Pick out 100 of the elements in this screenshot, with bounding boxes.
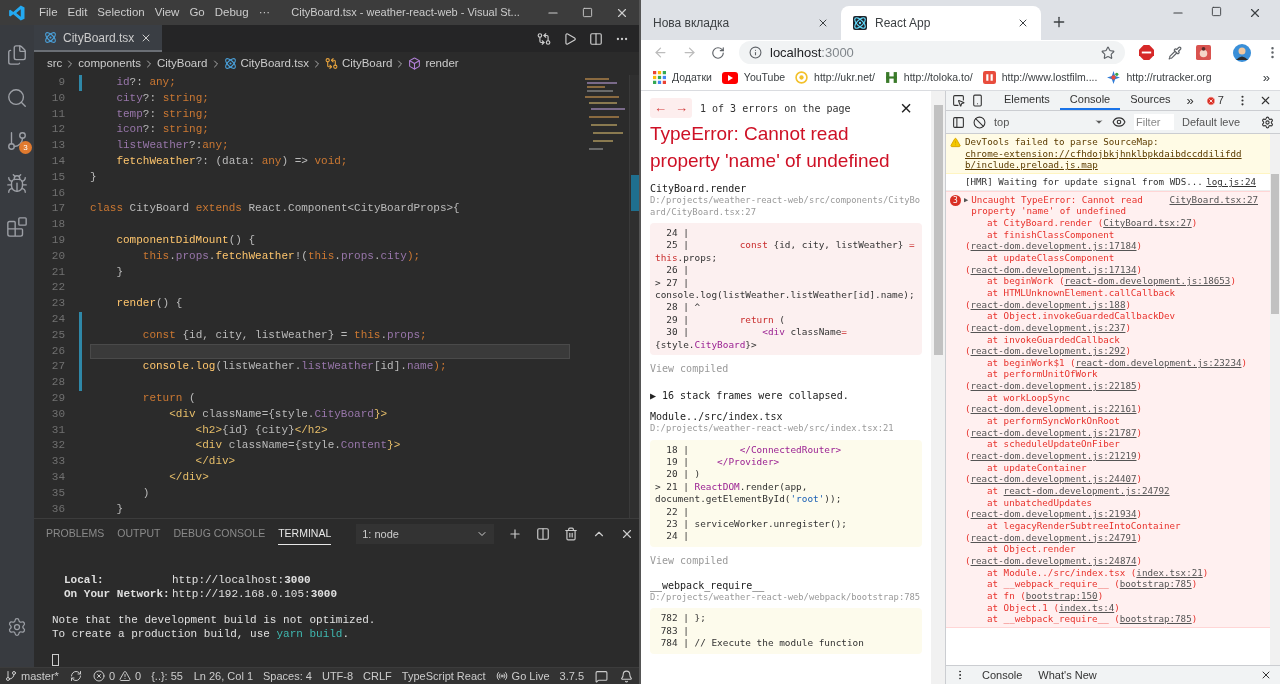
address-bar[interactable]: localhost:3000 bbox=[739, 41, 1125, 64]
collapsed-frames-toggle[interactable]: ▶ 16 stack frames were collapsed. bbox=[650, 389, 922, 403]
source-link[interactable]: react-dom.development.js:237 bbox=[970, 321, 1126, 333]
code-line: } bbox=[115, 264, 124, 280]
stack-frame: at Object.1 (index.ts:4) bbox=[965, 601, 1249, 614]
line-number: 23 bbox=[50, 296, 65, 312]
menu-item[interactable]: ··· bbox=[253, 3, 276, 22]
line-number: 19 bbox=[50, 232, 65, 248]
source-link[interactable]: react-dom.development.js:21787 bbox=[970, 426, 1137, 438]
editor-tab[interactable]: CityBoard.tsx bbox=[34, 25, 163, 52]
bookmark[interactable]: http://www.lostfilm.... bbox=[982, 69, 1098, 86]
source-link[interactable]: log.js:24 bbox=[1206, 175, 1256, 188]
source-link[interactable]: react-dom.development.js:24407 bbox=[970, 473, 1137, 485]
status-item[interactable]: 3.7.5 bbox=[554, 667, 589, 684]
menu-item[interactable]: Edit bbox=[62, 3, 93, 22]
panel-tab[interactable]: OUTPUT bbox=[117, 522, 161, 546]
breadcrumb[interactable]: CityBoard bbox=[341, 54, 393, 73]
source-link[interactable]: index.tsx:21 bbox=[1136, 566, 1203, 578]
source-link[interactable]: react-dom.development.js:17184 bbox=[970, 240, 1137, 252]
status-item[interactable]: Spaces: 4 bbox=[258, 667, 317, 684]
more-tabs-button[interactable]: » bbox=[1180, 90, 1200, 111]
panel-tab[interactable]: TERMINAL bbox=[278, 522, 332, 546]
bookmark[interactable]: http://ukr.net/ bbox=[795, 69, 875, 86]
status-item[interactable]: UTF-8 bbox=[316, 667, 359, 684]
browser-tab[interactable]: React App bbox=[841, 6, 1041, 40]
code-line: 24 | bbox=[665, 530, 690, 543]
drawer-tab[interactable]: Console bbox=[982, 666, 1023, 684]
stack-frame: at finishClassComponent (react-dom.development.js:17184) bbox=[965, 228, 1249, 252]
stack-frame: at Object.render (react-dom.development.js:24874) bbox=[965, 543, 1249, 567]
source-link[interactable]: react-dom.development.js:17134 bbox=[970, 263, 1137, 275]
menu-item[interactable]: File bbox=[34, 3, 63, 22]
close-overlay-button[interactable]: × bbox=[900, 98, 922, 118]
terminal-url: http://localhost:3000 bbox=[172, 574, 311, 588]
code-line: 22 | bbox=[665, 505, 690, 518]
source-link[interactable]: bootstrap:785 bbox=[1119, 578, 1192, 590]
line-number: 31 bbox=[50, 422, 65, 438]
code-line: > 21 | ReactDOM.render(app, document.getElementById('root')); bbox=[655, 480, 843, 506]
devtools-tab[interactable]: Sources bbox=[1120, 91, 1181, 110]
source-link[interactable]: react-dom.development.js:21934 bbox=[970, 508, 1137, 520]
terminal-dropdown[interactable]: 1: node bbox=[356, 524, 495, 544]
status-item[interactable]: TypeScript React bbox=[396, 667, 491, 684]
stack-frame: at workLoopSync (react-dom.development.js:22161) bbox=[965, 391, 1249, 416]
source-link[interactable]: react-dom.development.js:22185 bbox=[970, 380, 1137, 392]
stack-frame: at CityBoard.render (CityBoard.tsx:27) bbox=[965, 216, 1249, 229]
context-select[interactable]: top bbox=[994, 113, 1104, 131]
bookmark[interactable]: http://toloka.to/ bbox=[884, 69, 973, 86]
breadcrumb[interactable]: CityBoard.tsx bbox=[240, 54, 309, 73]
source-link[interactable]: index.ts:4 bbox=[1058, 601, 1115, 613]
source-link[interactable]: react-dom.development.js:18653 bbox=[1064, 275, 1231, 287]
source-link[interactable]: react-dom.development.js:24874 bbox=[970, 554, 1137, 566]
bookmark[interactable]: http://rutracker.org bbox=[1107, 69, 1212, 86]
previous-error-button[interactable]: ← bbox=[650, 98, 671, 118]
branch-status[interactable]: master* bbox=[0, 667, 64, 684]
line-number: 32 bbox=[50, 438, 65, 454]
source-link[interactable]: react-dom.development.js:22161 bbox=[970, 403, 1137, 415]
log-levels-dropdown[interactable]: Default leve bbox=[1182, 113, 1241, 131]
menu-item[interactable]: Selection bbox=[92, 3, 150, 22]
menu-item[interactable]: Debug bbox=[209, 3, 254, 22]
error-count[interactable]: 7 bbox=[1199, 92, 1230, 109]
panel-tab[interactable]: DEBUG CONSOLE bbox=[173, 522, 266, 546]
source-link[interactable]: CityBoard.tsx:27 bbox=[1169, 193, 1266, 206]
source-link[interactable]: react-dom.development.js:21219 bbox=[970, 450, 1137, 462]
breadcrumb[interactable]: src bbox=[47, 54, 63, 73]
bookmark[interactable]: Додатки bbox=[653, 69, 712, 86]
bookmark[interactable]: YouTube bbox=[721, 69, 786, 86]
source-map-link[interactable]: chrome-extension://cfhdojbkjhnklbpkdaibdccddilifddb/include.preload.js.map bbox=[965, 147, 1249, 171]
source-link[interactable]: react-dom.development.js:188 bbox=[970, 298, 1126, 310]
breadcrumb[interactable]: CityBoard bbox=[157, 54, 208, 73]
code-line: this.props.fetchWeather!(this.props.city); bbox=[141, 248, 422, 264]
filter-field[interactable]: Filter bbox=[1134, 113, 1174, 131]
status-item[interactable]: Ln 26, Col 1 bbox=[188, 667, 258, 684]
stack-frame: at __webpack_require__ (bootstrap:785) bbox=[965, 578, 1249, 590]
problems-status[interactable]: 0 0 bbox=[87, 667, 147, 684]
source-link[interactable]: bootstrap:150 bbox=[1025, 589, 1098, 601]
source-link[interactable]: bootstrap:785 bbox=[1119, 613, 1192, 625]
next-error-button[interactable]: → bbox=[671, 98, 692, 118]
source-link[interactable]: react-dom.development.js:24791 bbox=[970, 531, 1137, 543]
code-line: 23 | serviceWorker.unregister(); bbox=[665, 518, 848, 531]
panel-tab[interactable]: PROBLEMS bbox=[46, 522, 105, 546]
frame-path: D:/projects/weather-react-web/webpack/bootstrap:785 bbox=[650, 591, 922, 604]
code-line: <h2>{id} {city}</h2> bbox=[194, 422, 329, 438]
drawer-tab[interactable]: What's New bbox=[1038, 666, 1097, 684]
status-item[interactable]: CRLF bbox=[358, 667, 397, 684]
status-item[interactable]: {..}: 55 bbox=[146, 667, 188, 684]
breadcrumb[interactable]: components bbox=[78, 54, 141, 73]
source-link[interactable]: react-dom.development.js:292 bbox=[970, 345, 1126, 357]
go-live-status[interactable]: Go Live bbox=[490, 667, 555, 684]
devtools-tab[interactable]: Elements bbox=[994, 91, 1060, 110]
menu-item[interactable]: Go bbox=[184, 3, 210, 22]
line-number: 18 bbox=[50, 217, 65, 233]
source-link[interactable]: CityBoard.tsx:27 bbox=[1103, 216, 1192, 228]
line-number: 33 bbox=[50, 454, 65, 470]
menu-item[interactable]: View bbox=[149, 3, 185, 22]
more-bookmarks-button[interactable]: » bbox=[1262, 67, 1280, 88]
code-line: </div> bbox=[168, 469, 210, 485]
source-link[interactable]: react-dom.development.js:24792 bbox=[1003, 485, 1170, 497]
breadcrumb[interactable]: render bbox=[425, 54, 459, 73]
code-line: 782 | }; bbox=[659, 612, 707, 625]
source-link[interactable]: react-dom.development.js:23234 bbox=[1075, 356, 1242, 368]
line-number: 29 bbox=[50, 390, 65, 406]
